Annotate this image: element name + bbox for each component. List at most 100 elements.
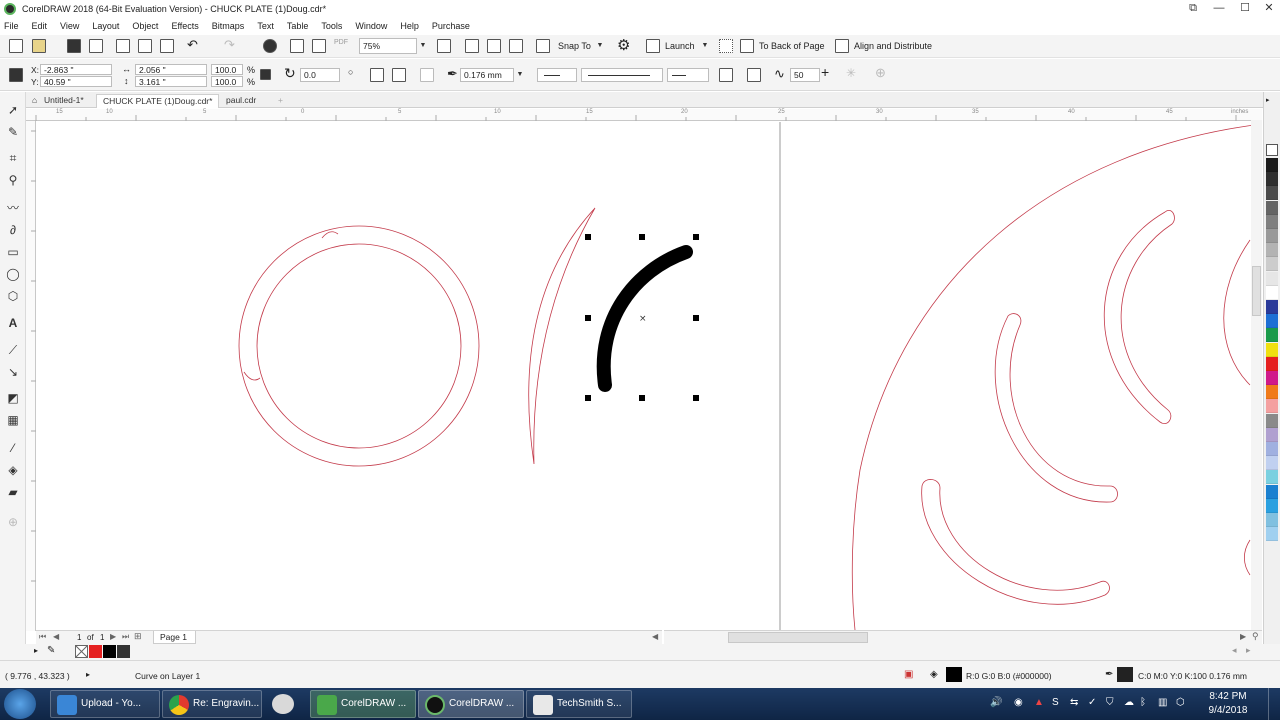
- clock-date[interactable]: 9/4/2018: [1198, 705, 1258, 716]
- smoothness-increase-icon[interactable]: +: [821, 64, 829, 80]
- mirror-horizontal-icon[interactable]: [370, 68, 384, 82]
- last-page-icon[interactable]: ⏭: [122, 632, 129, 642]
- to-back-of-page-icon[interactable]: [740, 39, 754, 53]
- show-rulers-icon[interactable]: [465, 39, 479, 53]
- palette-swatch[interactable]: [1266, 385, 1278, 400]
- smart-fill-icon[interactable]: ▰: [5, 484, 21, 500]
- show-desktop-button[interactable]: [1268, 688, 1280, 720]
- add-page-icon[interactable]: ⊞: [134, 631, 142, 642]
- snap-to-chevron-icon[interactable]: ▼: [594, 39, 606, 53]
- options-gear-icon[interactable]: ⚙: [617, 36, 630, 54]
- color-eyedropper-icon[interactable]: ✎: [47, 645, 55, 656]
- page-1-tab[interactable]: Page 1: [153, 631, 196, 644]
- zoom-tool-icon[interactable]: ⚲: [5, 172, 21, 188]
- menu-effects[interactable]: Effects: [171, 21, 198, 31]
- reduce-nodes-icon[interactable]: ✳: [846, 66, 856, 80]
- menu-object[interactable]: Object: [132, 21, 158, 31]
- document-color-swatch[interactable]: [89, 645, 102, 658]
- palette-swatch[interactable]: [1266, 371, 1278, 385]
- pinned-app-icon[interactable]: [272, 694, 294, 714]
- zoom-magnifier-icon[interactable]: ⚲: [1252, 631, 1259, 642]
- interactive-fill-icon[interactable]: ◈: [5, 462, 21, 478]
- selection-handle[interactable]: [639, 234, 645, 240]
- new-document-icon[interactable]: [9, 39, 23, 53]
- clock-time[interactable]: 8:42 PM: [1198, 691, 1258, 702]
- slot-outline[interactable]: [1223, 239, 1251, 386]
- tray-app-icon[interactable]: ⬡: [1176, 697, 1185, 708]
- copy-icon[interactable]: [138, 39, 152, 53]
- horizontal-scrollbar[interactable]: ▶ ⚲: [664, 630, 1262, 644]
- artistic-media-icon[interactable]: ∂: [5, 222, 21, 238]
- volume-icon[interactable]: 🔊: [990, 697, 1002, 708]
- palette-swatch[interactable]: [1266, 427, 1278, 442]
- rotation-field[interactable]: 0.0: [300, 68, 340, 82]
- ring-outer-outline[interactable]: [238, 225, 480, 467]
- palette-swatch[interactable]: [1266, 172, 1278, 187]
- ellipse-tool-icon[interactable]: ◯: [5, 266, 21, 282]
- drawing-canvas[interactable]: ×: [37, 122, 1262, 630]
- palette-swatch[interactable]: [1266, 271, 1278, 286]
- palette-swatch[interactable]: [1266, 513, 1278, 527]
- menu-bitmaps[interactable]: Bitmaps: [212, 21, 245, 31]
- no-fill-swatch[interactable]: [75, 645, 88, 658]
- align-distribute-button[interactable]: Align and Distribute: [854, 41, 932, 51]
- crop-tool-icon[interactable]: ⌗: [5, 150, 21, 166]
- menu-help[interactable]: Help: [400, 21, 419, 31]
- colorbar-next-icon[interactable]: ▸: [1246, 645, 1251, 656]
- launch-button[interactable]: Launch: [665, 41, 695, 51]
- import-icon[interactable]: [290, 39, 304, 53]
- drop-shadow-icon[interactable]: ◩: [5, 390, 21, 406]
- snap-to-icon[interactable]: [536, 39, 550, 53]
- scroll-right-icon[interactable]: ▶: [1240, 632, 1246, 641]
- palette-swatch[interactable]: [1266, 200, 1278, 215]
- next-page-icon[interactable]: ▶: [110, 632, 116, 641]
- vertical-scrollbar[interactable]: [1251, 120, 1262, 630]
- launch-chevron-icon[interactable]: ▼: [699, 39, 711, 53]
- slot-outline[interactable]: [994, 313, 1118, 503]
- network-icon[interactable]: ▥: [1158, 697, 1167, 708]
- selection-handle[interactable]: [639, 395, 645, 401]
- x-position-field[interactable]: -2.863 ": [40, 64, 112, 75]
- tray-app-icon[interactable]: ⛉: [1106, 697, 1114, 708]
- slot-outline[interactable]: [1243, 539, 1251, 576]
- selection-handle[interactable]: [585, 395, 591, 401]
- tray-app-icon[interactable]: ☁: [1124, 697, 1134, 708]
- tray-app-icon[interactable]: ✓: [1088, 697, 1096, 708]
- no-color-swatch[interactable]: [1266, 144, 1278, 156]
- vertical-ruler[interactable]: [26, 121, 36, 631]
- document-color-swatch[interactable]: [117, 645, 130, 658]
- show-guidelines-icon[interactable]: [509, 39, 523, 53]
- ring-tab-outline[interactable]: [243, 371, 261, 381]
- palette-swatch[interactable]: [1266, 498, 1278, 513]
- freehand-tool-icon[interactable]: 〰: [5, 200, 21, 216]
- menu-edit[interactable]: Edit: [32, 21, 48, 31]
- fill-bucket-icon[interactable]: ◈: [930, 669, 938, 680]
- palette-swatch[interactable]: [1266, 328, 1278, 343]
- menu-file[interactable]: File: [4, 21, 19, 31]
- palette-swatch[interactable]: [1266, 300, 1278, 314]
- palette-swatch[interactable]: [1266, 484, 1278, 499]
- palette-swatch[interactable]: [1266, 285, 1278, 300]
- undo-icon[interactable]: ↶: [187, 37, 198, 53]
- menu-purchase[interactable]: Purchase: [432, 21, 470, 31]
- save-icon[interactable]: [67, 39, 81, 53]
- publish-pdf-icon[interactable]: PDF: [334, 39, 348, 46]
- start-arrowhead-select[interactable]: [537, 68, 577, 82]
- tab-chuck-plate[interactable]: CHUCK PLATE (1)Doug.cdr*: [96, 94, 220, 108]
- tray-app-icon[interactable]: ◉: [1014, 697, 1023, 708]
- palette-swatch[interactable]: [1266, 470, 1278, 485]
- full-screen-icon[interactable]: [437, 39, 451, 53]
- skype-tray-icon[interactable]: S: [1052, 697, 1059, 708]
- palette-swatch[interactable]: [1266, 229, 1278, 243]
- palette-swatch[interactable]: [1266, 356, 1278, 371]
- palette-swatch[interactable]: [1266, 243, 1278, 258]
- line-style-select[interactable]: [581, 68, 663, 82]
- snap-to-button[interactable]: Snap To: [558, 41, 591, 51]
- reverse-direction-icon[interactable]: [719, 68, 733, 82]
- width-field[interactable]: 2.056 ": [135, 64, 207, 75]
- tray-app-icon[interactable]: ⇆: [1070, 697, 1078, 708]
- vertical-scroll-thumb[interactable]: [1252, 266, 1261, 316]
- taskbar-item-techsmith[interactable]: TechSmith S...: [526, 690, 632, 718]
- shape-tool-icon[interactable]: ✎: [5, 124, 21, 140]
- horizontal-ruler[interactable]: 15 10 5 0 5 10 15 20 25 30 35 40 45 inch…: [26, 109, 1262, 121]
